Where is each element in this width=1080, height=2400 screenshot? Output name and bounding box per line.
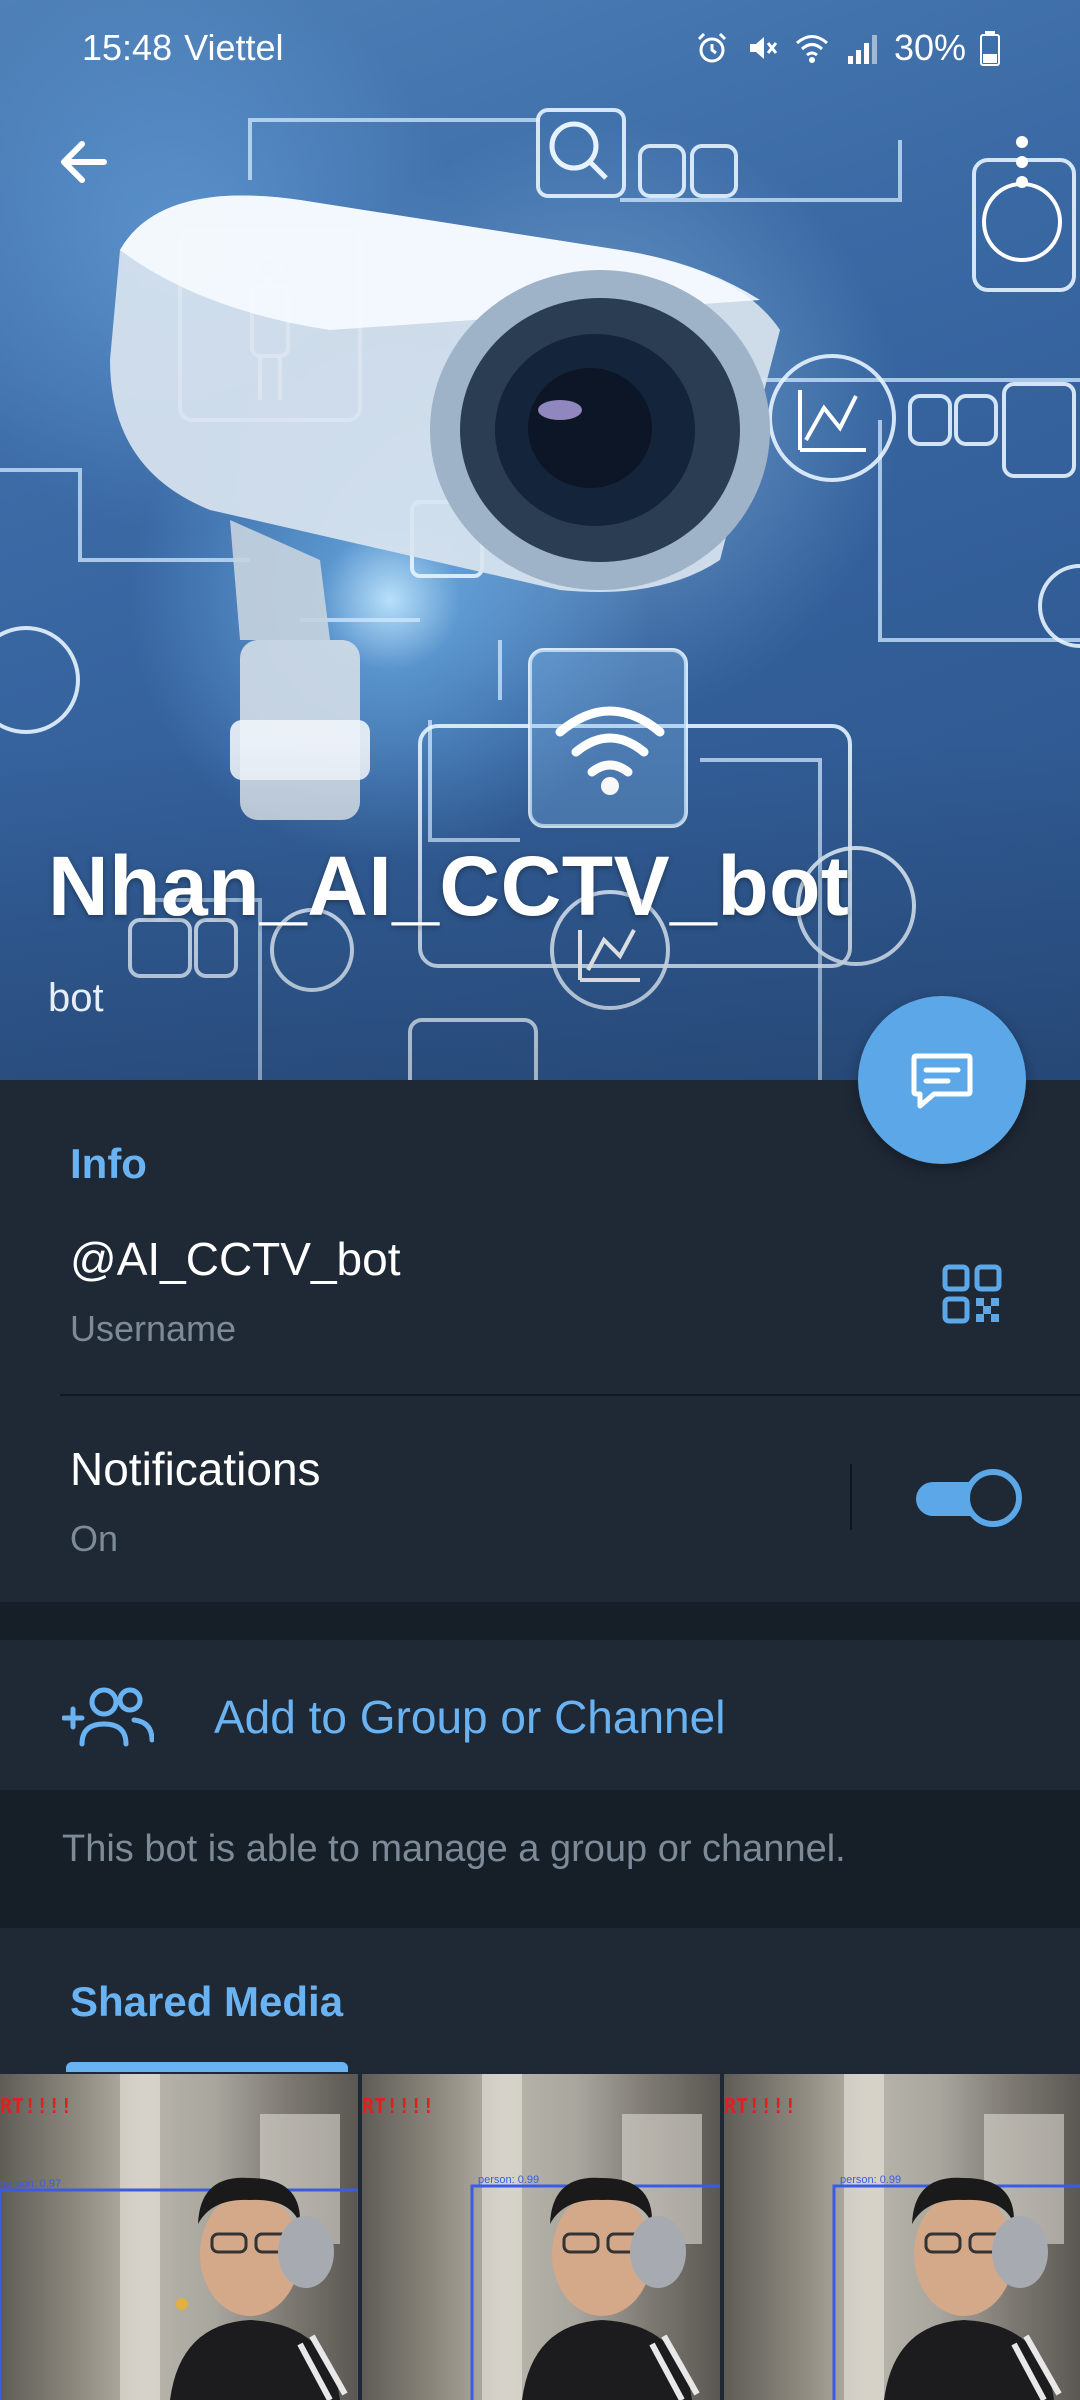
add-to-group-button[interactable]: Add to Group or Channel (0, 1640, 1080, 1790)
thumbnail-alert: RT!!!! (362, 2094, 435, 2118)
status-carrier: Viettel (184, 27, 284, 68)
notifications-title[interactable]: Notifications (70, 1442, 321, 1496)
notifications-divider (850, 1464, 852, 1530)
thumbnail-photo (832, 2074, 1080, 2400)
back-button[interactable] (48, 126, 120, 198)
more-vertical-icon (1016, 136, 1028, 188)
alarm-icon (697, 32, 726, 63)
thumbnail-detection-label: person: 0.97 (0, 2178, 62, 2190)
media-thumbnail[interactable]: RT!!!! person: 0.99 (724, 2074, 1080, 2400)
battery-icon (980, 31, 1000, 66)
notifications-toggle[interactable] (914, 1468, 1022, 1528)
media-grid: RT!!!! person: 0.97 RT!!!! person: 0.99 (0, 2074, 1080, 2400)
media-thumbnail[interactable]: RT!!!! person: 0.99 (362, 2074, 720, 2400)
tab-shared-media[interactable]: Shared Media (70, 1978, 343, 2026)
mute-icon (749, 37, 778, 59)
qr-code-button[interactable] (936, 1258, 1008, 1330)
hint-text: This bot is able to manage a group or ch… (62, 1828, 846, 1870)
username-value[interactable]: @AI_CCTV_bot (70, 1232, 401, 1286)
info-divider (60, 1394, 1080, 1396)
qr-code-icon (942, 1264, 1002, 1324)
battery-percent: 30% (893, 27, 966, 68)
send-message-button[interactable] (858, 996, 1026, 1164)
arrow-left-icon (61, 141, 107, 183)
info-section-title: Info (70, 1140, 147, 1187)
bot-name: Nhan_AI_CCTV_bot (48, 839, 850, 933)
thumbnail-photo (470, 2074, 720, 2400)
add-to-group-label: Add to Group or Channel (214, 1691, 726, 1743)
more-options-button[interactable] (992, 126, 1052, 198)
notifications-status: On (70, 1518, 119, 1559)
message-icon (911, 1053, 973, 1109)
thumbnail-alert: RT!!!! (0, 2094, 73, 2118)
username-label: Username (70, 1308, 237, 1349)
status-time: 15:48 (82, 27, 173, 68)
signal-icon (847, 35, 877, 64)
thumbnail-detection-label: person: 0.99 (478, 2174, 540, 2186)
hint-section: This bot is able to manage a group or ch… (0, 1790, 1080, 1928)
thumbnail-photo (0, 2074, 358, 2400)
section-gap (0, 1602, 1080, 1640)
bot-subtitle: bot (48, 976, 104, 1020)
profile-header: 15:48 Viettel 30% Nhan_AI_CCTV_bot bot (0, 0, 1080, 1080)
add-users-icon (62, 1687, 154, 1747)
wifi-icon (795, 35, 828, 63)
tab-indicator (66, 2062, 348, 2072)
toggle-knob (964, 1469, 1022, 1527)
thumbnail-detection-label: person: 0.99 (840, 2174, 902, 2186)
media-thumbnail[interactable]: RT!!!! person: 0.97 (0, 2074, 358, 2400)
status-bar: 15:48 Viettel 30% (0, 0, 1080, 96)
thumbnail-alert: RT!!!! (724, 2094, 797, 2118)
